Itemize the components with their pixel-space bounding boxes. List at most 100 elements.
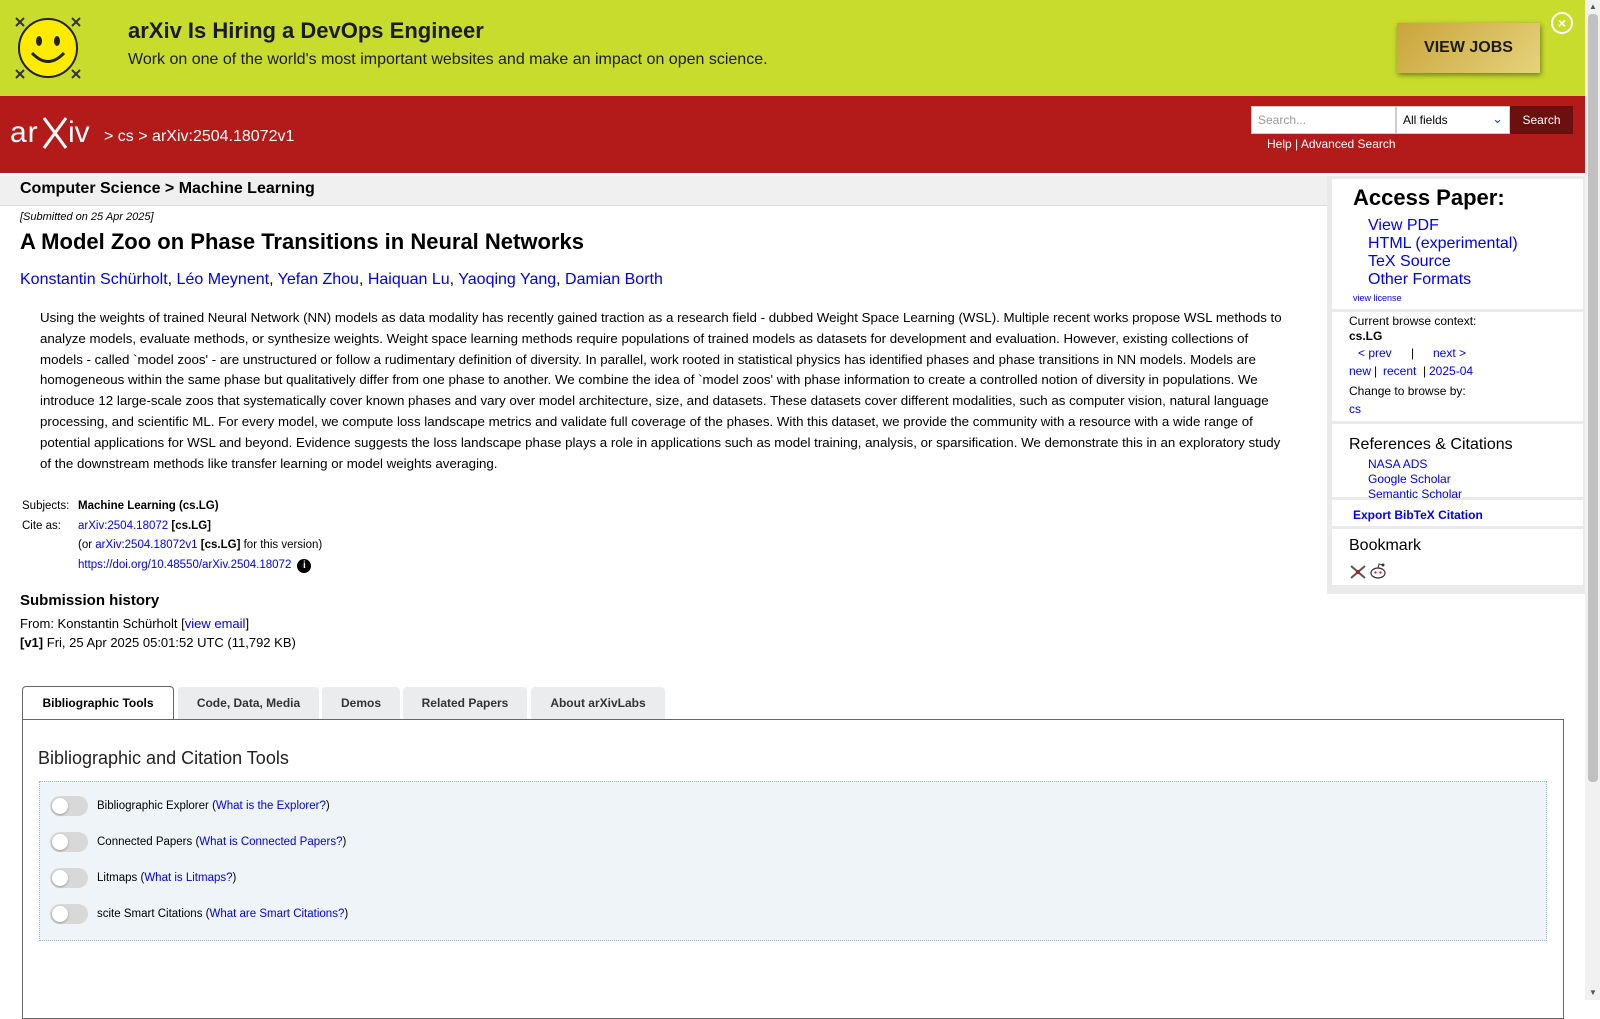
tab-code-data-media[interactable]: Code, Data, Media (178, 687, 319, 719)
view-jobs-button[interactable]: VIEW JOBS (1397, 23, 1540, 73)
browse-context-label: Current browse context: (1349, 314, 1477, 328)
browse-cs-link[interactable]: cs (1349, 402, 1361, 416)
tool-help-link[interactable]: What is Connected Papers? (199, 836, 342, 848)
advanced-search-link[interactable]: Advanced Search (1301, 137, 1396, 151)
references-heading: References & Citations (1349, 436, 1513, 453)
nasa-ads-link[interactable]: NASA ADS (1368, 457, 1427, 471)
cite-tag: [cs.LG] (171, 519, 211, 532)
site-header: ar iv > cs > arXiv:2504.18072v1 Search..… (0, 96, 1585, 173)
author-link[interactable]: Léo Meynent (177, 271, 270, 288)
browse-context-box: Current browse context: cs.LG < prev | n… (1332, 312, 1583, 421)
doi-link[interactable]: https://doi.org/10.48550/arXiv.2504.1807… (78, 559, 291, 571)
search-field-select[interactable]: All fields ⌄ (1396, 106, 1510, 134)
view-pdf-link[interactable]: View PDF (1368, 217, 1439, 235)
cite-id-link[interactable]: arXiv:2504.18072 (78, 520, 168, 532)
close-banner-icon[interactable]: × (1551, 12, 1573, 34)
bookmark-heading: Bookmark (1349, 537, 1422, 554)
tab-related-papers[interactable]: Related Papers (403, 687, 527, 719)
cite-label: Cite as: (22, 519, 61, 532)
references-box: References & Citations NASA ADS Google S… (1332, 424, 1583, 501)
tex-source-link[interactable]: TeX Source (1368, 253, 1451, 271)
other-formats-link[interactable]: Other Formats (1368, 271, 1471, 289)
tool-help-link[interactable]: What is Litmaps? (144, 872, 232, 884)
cite-for: for this version) (243, 539, 323, 551)
arxiv-logo[interactable]: ar iv (10, 112, 100, 152)
chevron-down-icon: ⌄ (1492, 111, 1503, 126)
toggle-switch[interactable] (50, 832, 88, 852)
history-v1: [v1] Fri, 25 Apr 2025 05:01:52 UTC (11,7… (20, 635, 296, 650)
toggle-switch[interactable] (50, 904, 88, 924)
tool-label: Bibliographic Explorer (What is the Expl… (97, 800, 330, 812)
hiring-banner: arXiv Is Hiring a DevOps Engineer Work o… (0, 0, 1585, 96)
semantic-scholar-link[interactable]: Semantic Scholar (1368, 487, 1462, 501)
tool-help-link[interactable]: What are Smart Citations? (209, 908, 344, 920)
search-field-value: All fields (1403, 113, 1448, 127)
view-email-link[interactable]: view email (185, 616, 246, 631)
prev-link[interactable]: < prev (1358, 346, 1392, 360)
breadcrumb-cs[interactable]: cs (118, 128, 134, 145)
author-link[interactable]: Yaoqing Yang (458, 271, 556, 288)
scroll-up-icon[interactable]: ▲ (1589, 2, 1597, 11)
info-icon[interactable]: i (297, 558, 312, 573)
tool-name: Connected Papers (97, 836, 193, 848)
cite-version-link[interactable]: arXiv:2504.18072v1 (95, 539, 197, 551)
bibsonomy-icon[interactable] (1349, 564, 1367, 580)
breadcrumb-id: arXiv:2504.18072v1 (152, 128, 295, 145)
history-from-text: From: Konstantin Schürholt [ (20, 616, 185, 631)
author-link[interactable]: Yefan Zhou (278, 271, 359, 288)
toggle-switch[interactable] (50, 796, 88, 816)
category-heading: Computer Science > Machine Learning (20, 180, 315, 197)
export-bibtex-link[interactable]: Export BibTeX Citation (1353, 508, 1483, 522)
scroll-thumb[interactable] (1588, 14, 1598, 782)
author-link[interactable]: Haiquan Lu (368, 271, 450, 288)
tool-label: Litmaps (What is Litmaps?) (97, 872, 237, 884)
breadcrumb: > cs > arXiv:2504.18072v1 (104, 128, 294, 146)
scrollbar[interactable]: ▲ ▼ (1585, 0, 1600, 1000)
scroll-down-icon[interactable]: ▼ (1589, 988, 1597, 997)
history-v1-tag: [v1] (20, 635, 44, 650)
nav-sep: | (1374, 364, 1378, 378)
reddit-icon[interactable] (1369, 562, 1387, 580)
subjects-label: Subjects: (22, 500, 70, 512)
access-paper-box: Access Paper: View PDF HTML (experimenta… (1332, 179, 1583, 309)
view-license-link[interactable]: view license (1353, 293, 1402, 303)
smiley-logo-icon (15, 17, 81, 79)
tab-bibliographic-tools[interactable]: Bibliographic Tools (22, 686, 174, 720)
tool-help-link[interactable]: What is the Explorer? (216, 800, 326, 812)
bookmark-box: Bookmark (1332, 529, 1583, 585)
tool-label: scite Smart Citations (What are Smart Ci… (97, 908, 349, 920)
tool-label: Connected Papers (What is Connected Pape… (97, 836, 347, 848)
submission-history-heading: Submission history (20, 592, 160, 609)
next-link[interactable]: next > (1433, 346, 1466, 360)
author-link[interactable]: Konstantin Schürholt (20, 271, 168, 288)
subjects-value: Machine Learning (cs.LG) (78, 500, 219, 512)
right-sidebar: Access Paper: View PDF HTML (experimenta… (1327, 176, 1585, 594)
author-list: Konstantin Schürholt, Léo Meynent, Yefan… (20, 271, 663, 288)
svg-text:ar: ar (10, 116, 39, 149)
month-link[interactable]: 2025-04 (1429, 364, 1473, 378)
tab-demos[interactable]: Demos (322, 687, 400, 719)
search-button[interactable]: Search (1510, 106, 1573, 134)
tool-name: scite Smart Citations (97, 908, 203, 920)
cite-version-tag: [cs.LG] (200, 539, 241, 551)
history-v1-text: Fri, 25 Apr 2025 05:01:52 UTC (11,792 KB… (46, 635, 296, 650)
toggle-switch[interactable] (50, 868, 88, 888)
help-link[interactable]: Help (1267, 137, 1292, 151)
breadcrumb-sep: > (104, 128, 114, 145)
author-link[interactable]: Damian Borth (565, 271, 663, 288)
nav-sep: | (1423, 364, 1427, 378)
cite-or: (or (78, 539, 93, 551)
help-links: Help | Advanced Search (1267, 137, 1396, 151)
breadcrumb-sep: > (138, 128, 148, 145)
html-link[interactable]: HTML (experimental) (1368, 235, 1518, 253)
google-scholar-link[interactable]: Google Scholar (1368, 472, 1451, 486)
submitted-date: [Submitted on 25 Apr 2025] (20, 211, 154, 223)
history-close: ] (245, 616, 250, 631)
bibtex-box: Export BibTeX Citation (1332, 500, 1583, 526)
search-input[interactable]: Search... (1251, 106, 1396, 134)
tab-about-arxivlabs[interactable]: About arXivLabs (531, 687, 665, 719)
new-link[interactable]: new (1349, 364, 1371, 378)
nav-sep: | (1411, 346, 1415, 360)
category-bar: Computer Science > Machine Learning (0, 176, 1327, 206)
recent-link[interactable]: recent (1383, 364, 1416, 378)
